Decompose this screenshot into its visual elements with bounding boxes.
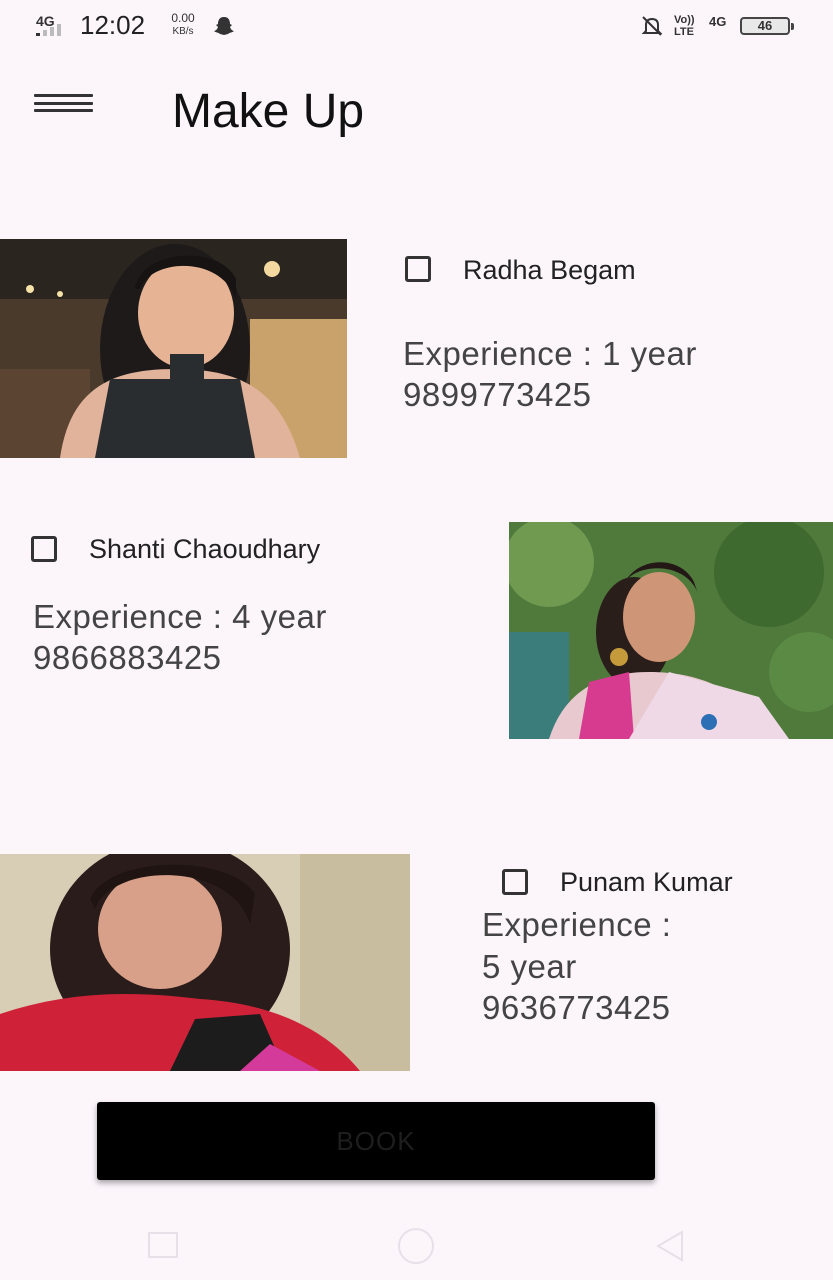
artist-name: Radha Begam bbox=[463, 255, 636, 285]
checkbox-box bbox=[405, 256, 431, 282]
artist-phone: 9866883425 bbox=[33, 639, 222, 676]
artist-phone: 9636773425 bbox=[482, 989, 671, 1026]
artist-photo bbox=[509, 522, 833, 739]
volte-indicator: Vo)) LTE bbox=[674, 14, 695, 38]
artist-experience-value: 5 year bbox=[482, 948, 577, 985]
checkbox-box bbox=[502, 869, 528, 895]
artist-experience: Experience : 4 year bbox=[33, 598, 327, 635]
battery-icon: 46 bbox=[740, 17, 794, 35]
checkbox-box bbox=[31, 536, 57, 562]
back-button[interactable] bbox=[650, 1228, 690, 1264]
artist-experience: Experience : 1 year bbox=[403, 335, 697, 372]
home-button[interactable] bbox=[395, 1226, 437, 1266]
snapchat-icon bbox=[214, 17, 234, 35]
square-icon bbox=[148, 1232, 178, 1258]
menu-button[interactable] bbox=[32, 94, 96, 120]
network-speed: 0.00 KB/s bbox=[165, 12, 201, 38]
select-checkbox[interactable] bbox=[405, 256, 441, 282]
volte-top: Vo)) bbox=[674, 14, 695, 26]
battery-level: 46 bbox=[757, 18, 773, 33]
page-title: Make Up bbox=[172, 85, 365, 138]
clock: 12:02 bbox=[80, 10, 146, 40]
book-button[interactable]: BOOK bbox=[97, 1102, 655, 1180]
artist-name: Shanti Chaoudhary bbox=[89, 534, 321, 564]
triangle-back-icon bbox=[656, 1230, 683, 1262]
artist-photo bbox=[0, 854, 410, 1071]
speed-unit: KB/s bbox=[172, 26, 194, 37]
speed-value: 0.00 bbox=[171, 11, 195, 25]
network-type-2: 4G bbox=[709, 14, 727, 29]
artist-photo bbox=[0, 239, 347, 458]
bell-muted-icon bbox=[641, 16, 663, 36]
artist-phone: 9899773425 bbox=[403, 376, 592, 413]
status-bar: 4G 12:02 0.00 KB/s Vo)) LTE 4G 46 bbox=[0, 0, 833, 52]
artist-name: Punam Kumar bbox=[560, 867, 733, 897]
recents-button[interactable] bbox=[146, 1230, 180, 1260]
artist-experience: Experience : bbox=[482, 906, 672, 943]
volte-bottom: LTE bbox=[674, 26, 694, 38]
select-checkbox[interactable] bbox=[31, 536, 67, 562]
circle-icon bbox=[398, 1228, 434, 1264]
signal-icon bbox=[36, 24, 61, 36]
select-checkbox[interactable] bbox=[502, 869, 538, 895]
